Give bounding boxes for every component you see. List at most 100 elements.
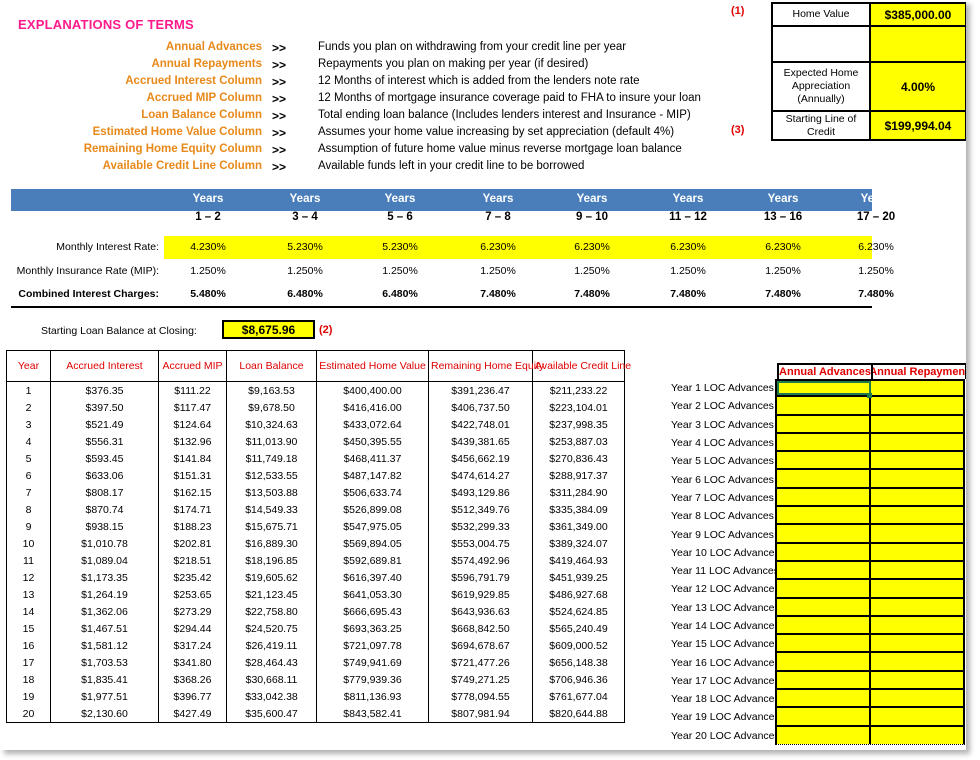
amortization-table: Year Accrued Interest Accrued MIP Loan Bala… [6,350,631,723]
loc-row: Year 1 LOC Advances : [671,379,966,399]
starting-loc-row: Starting Line of Credit $199,994.04 [773,112,965,139]
annual-advance-input[interactable] [777,616,871,634]
annual-repayment-input[interactable] [871,561,963,579]
value-cell: $35,600.47 [226,705,317,723]
value-cell: $14,549.33 [226,501,317,518]
annual-repayment-input[interactable] [871,470,963,487]
annual-advance-input[interactable] [777,397,871,414]
year-cell: 8 [6,501,51,518]
interest-rate-cell[interactable]: 5.230% [256,241,354,253]
value-cell: $235.42 [158,569,227,586]
annual-repayment-input[interactable] [871,452,963,469]
value-cell: $553,004.75 [428,535,533,552]
interest-rate-cell[interactable]: 6.230% [734,241,832,253]
annual-advance-input[interactable] [777,433,871,451]
annual-advance-input[interactable] [777,507,871,524]
value-cell: $1,581.12 [50,637,159,654]
annual-repayment-input[interactable] [871,708,963,725]
annual-advance-input[interactable] [777,415,871,432]
value-cell: $12,533.55 [226,467,317,484]
annual-advance-input[interactable] [777,470,871,487]
annual-advance-input[interactable] [777,525,871,542]
loc-input-group [775,580,965,599]
loc-row: Year 13 LOC Advances : [671,598,966,617]
value-cell: $843,582.41 [316,705,429,723]
value-cell: $1,703.53 [50,654,159,671]
value-cell: $132.96 [158,433,227,450]
years-period: 9 – 10 [576,211,608,223]
annual-advance-input[interactable] [777,598,871,615]
annual-advance-input[interactable] [777,452,871,469]
year-cell: 19 [6,688,51,705]
annual-repayment-input[interactable] [871,598,963,615]
years-period: 1 – 2 [195,211,221,223]
year-cell: 20 [6,705,51,723]
value-cell: $1,362.06 [50,603,159,620]
annual-repayment-input[interactable] [871,488,963,506]
annual-advance-input[interactable] [777,543,871,560]
arrow-icon: >> [272,58,287,72]
combined-rate-cell: 6.480% [287,288,323,300]
value-cell: $619,929.85 [428,586,533,603]
value-cell: $808.17 [50,484,159,501]
annual-repayment-input[interactable] [871,690,963,707]
annual-repayment-input[interactable] [871,635,963,652]
value-cell: $416,416.00 [316,399,429,416]
annual-repayment-input[interactable] [871,433,963,451]
interest-rate-cell[interactable]: 6.230% [449,241,547,253]
annual-repayment-input[interactable] [871,616,963,634]
annual-advance-input[interactable] [777,726,871,744]
annual-advance-input[interactable] [777,708,871,725]
annual-repayment-input[interactable] [871,397,963,414]
annual-repayment-input[interactable] [871,671,963,689]
home-value-field[interactable]: $385,000.00 [871,4,965,25]
loc-column-header: Annual Repayment [873,366,965,378]
annual-advance-input[interactable] [777,671,871,689]
annual-repayment-input[interactable] [871,525,963,542]
loc-row-label: Year 13 LOC Advances : [671,601,786,614]
blank-row [773,27,965,61]
interest-rate-cell[interactable]: 5.230% [351,241,449,253]
loc-row-label: Year 6 LOC Advances : [671,473,780,486]
starting-loan-balance-field[interactable]: $8,675.96 [222,320,315,339]
loc-row: Year 20 LOC Advances : [671,726,966,745]
annual-advance-input[interactable] [777,580,871,597]
value-cell: $641,053.30 [316,586,429,603]
interest-rate-cell[interactable]: 6.230% [827,241,925,253]
year-cell: 17 [6,654,51,671]
annual-advance-input[interactable] [777,488,871,506]
annual-repayment-input[interactable] [871,381,963,396]
annual-repayment-input[interactable] [871,507,963,524]
value-cell: $468,411.37 [316,450,429,467]
blank-field[interactable] [871,27,965,61]
annual-repayment-input[interactable] [871,543,963,560]
value-cell: $433,072.64 [316,416,429,433]
annual-repayment-input[interactable] [871,653,963,670]
loc-row-label: Year 11 LOC Advances : [671,565,785,578]
loc-row-label: Year 2 LOC Advances : [671,400,780,413]
value-cell: $666,695.43 [316,603,429,620]
loc-input-group [775,507,965,526]
loc-input-group [775,397,965,416]
interest-rate-cell[interactable]: 6.230% [639,241,737,253]
annual-advance-input[interactable] [777,690,871,707]
year-cell: 6 [6,467,51,484]
interest-rate-cell[interactable]: 4.230% [159,241,257,253]
annual-repayment-input[interactable] [871,415,963,432]
appreciation-field[interactable]: 4.00% [871,63,965,110]
value-cell: $22,758.80 [226,603,317,620]
annual-advance-input[interactable] [777,381,872,399]
annual-advance-input[interactable] [777,635,871,652]
annual-advance-input[interactable] [777,653,871,670]
annual-repayment-input[interactable] [871,726,963,744]
annual-advance-input[interactable] [777,561,871,579]
year-cell: 14 [6,603,51,620]
annual-repayment-input[interactable] [871,580,963,597]
table-row: 15 $1,467.51 $294.44 $24,520.75 $693,363.25 $… [6,620,625,637]
value-cell: $397.50 [50,399,159,416]
explanation-description: Available funds left in your credit line… [318,160,585,172]
loc-input-group [775,726,965,745]
value-cell: $422,748.01 [428,416,533,433]
interest-rate-cell[interactable]: 6.230% [543,241,641,253]
starting-loc-field[interactable]: $199,994.04 [871,112,965,139]
